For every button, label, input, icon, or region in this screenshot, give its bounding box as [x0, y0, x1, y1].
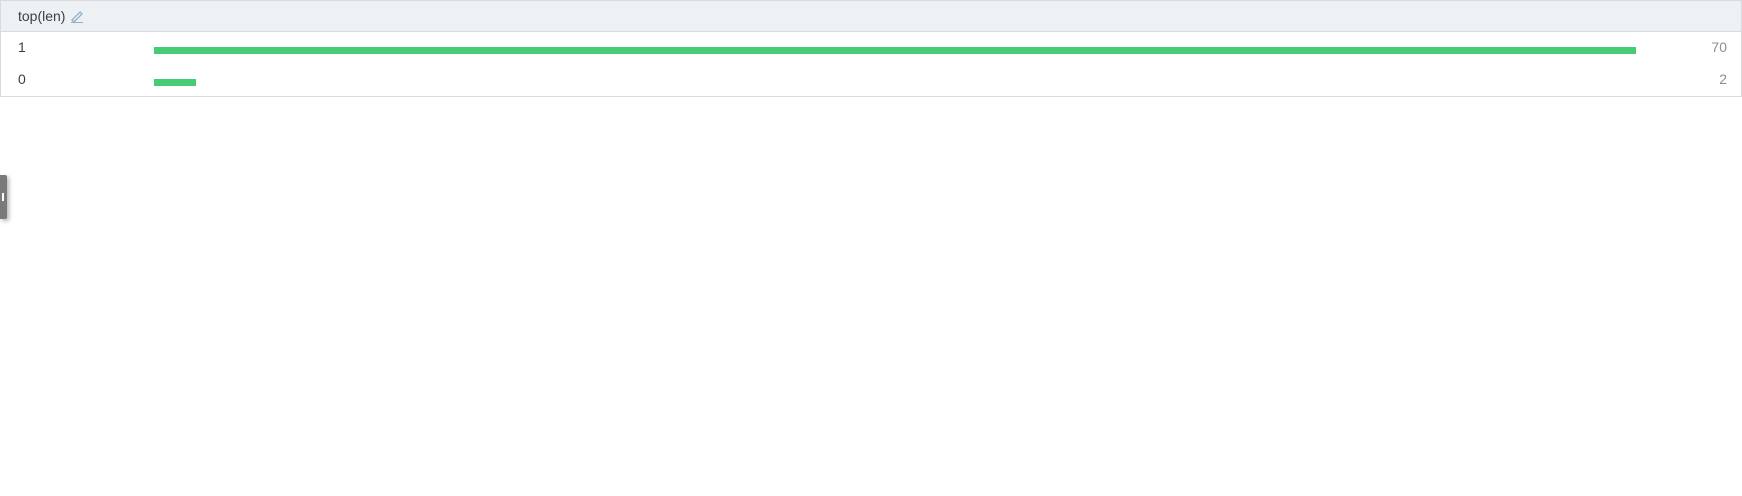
value-row[interactable]: 0 2	[1, 64, 1741, 96]
value-row[interactable]: 1 70	[1, 32, 1741, 64]
count-bar	[154, 79, 197, 86]
value-count: 70	[1711, 39, 1727, 55]
sidebar-resize-handle[interactable]	[0, 175, 7, 219]
value-label: 0	[18, 71, 26, 87]
top-values-panel: top(len) 1 70 0 2	[0, 0, 1742, 97]
panel-header: top(len)	[1, 1, 1741, 32]
value-count: 2	[1719, 71, 1727, 87]
edit-pencil-icon[interactable]	[70, 9, 84, 23]
bar-track	[154, 32, 1636, 64]
column-title: top(len)	[18, 8, 66, 24]
bar-track	[154, 64, 1636, 96]
count-bar	[154, 47, 1636, 54]
value-label: 1	[18, 39, 26, 55]
